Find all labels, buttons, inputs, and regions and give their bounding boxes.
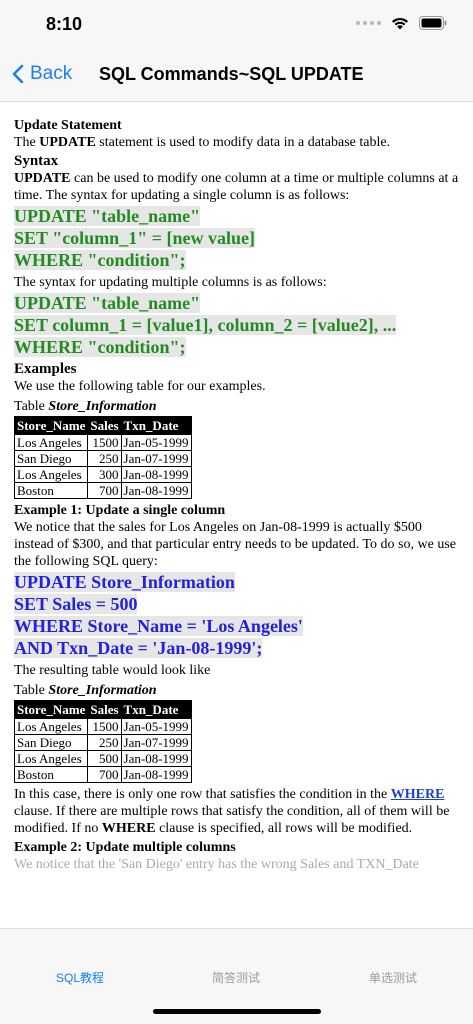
status-bar: 8:10 (0, 0, 473, 50)
code-line: SET Sales = 500 (14, 594, 138, 614)
page-title: SQL Commands~SQL UPDATE (99, 64, 364, 84)
table-row: Los Angeles 300 Jan-08-1999 (13, 466, 192, 483)
article-heading: Update Statement (14, 118, 122, 133)
examples-paragraph: We use the following table for our examp… (14, 379, 266, 394)
table-header: Sales (87, 416, 122, 435)
result-table: Store_Name Sales Txn_Date Los Angeles 150… (13, 700, 192, 783)
table-caption: Table Store_Information (14, 683, 157, 698)
table-row: Los Angeles 1500 Jan-05-1999 (13, 434, 192, 451)
home-indicator (153, 1009, 321, 1014)
table-row: San Diego 250 Jan-07-1999 (13, 450, 192, 467)
tab-sql-tutorial[interactable]: SQL教程 (56, 969, 104, 986)
status-icons (356, 16, 447, 30)
table-header: Sales (87, 700, 122, 719)
code-line: UPDATE Store_Information (14, 572, 235, 592)
code-block-example1: UPDATE Store_Information SET Sales = 500… (14, 571, 459, 659)
cellular-signal-icon (356, 21, 381, 25)
table-row: San Diego 250 Jan-07-1999 (13, 734, 192, 751)
example1-paragraph: We notice that the sales for Los Angeles… (14, 520, 456, 569)
code-line: WHERE "condition"; (14, 337, 186, 357)
table-row: Los Angeles 500 Jan-08-1999 (13, 750, 192, 767)
chevron-left-icon (12, 64, 24, 84)
wifi-icon (392, 17, 408, 29)
code-line: WHERE "condition"; (14, 250, 186, 270)
syntax-heading: Syntax (14, 153, 59, 169)
code-line: AND Txn_Date = 'Jan-08-1999'; (14, 638, 263, 658)
tab-short-answer-test[interactable]: 简答测试 (212, 969, 260, 986)
intro-paragraph: The UPDATE statement is used to modify d… (14, 135, 391, 150)
article-content[interactable]: Update Statement The UPDATE statement is… (0, 102, 473, 928)
back-button[interactable]: Back (12, 63, 72, 85)
table-row: Boston 700 Jan-08-1999 (13, 766, 192, 783)
example1-heading: Example 1: Update a single column (14, 503, 226, 518)
store-information-table: Store_Name Sales Txn_Date Los Angeles 150… (13, 416, 192, 499)
example2-heading: Example 2: Update multiple columns (14, 840, 236, 855)
table-header: Txn_Date (120, 416, 192, 435)
status-time: 8:10 (46, 14, 83, 34)
table-header: Store_Name (13, 416, 89, 435)
code-line: SET column_1 = [value1], column_2 = [val… (14, 315, 397, 335)
tab-single-choice-test[interactable]: 单选测试 (369, 969, 417, 986)
navigation-bar: Back SQL Commands~SQL UPDATE (0, 50, 473, 102)
where-link[interactable]: WHERE (391, 787, 445, 802)
code-line: WHERE Store_Name = 'Los Angeles' (14, 616, 303, 636)
code-line: UPDATE "table_name" (14, 293, 201, 313)
battery-icon (419, 16, 447, 30)
code-line: SET "column_1" = [new value] (14, 228, 255, 248)
back-label: Back (30, 63, 73, 84)
multi-column-paragraph: The syntax for updating multiple columns… (14, 275, 327, 290)
code-line: UPDATE "table_name" (14, 206, 201, 226)
table-header: Txn_Date (120, 700, 192, 719)
table-row: Los Angeles 1500 Jan-05-1999 (13, 718, 192, 735)
code-block-multi-column: UPDATE "table_name" SET column_1 = [valu… (14, 292, 459, 358)
closing-paragraph: In this case, there is only one row that… (14, 787, 450, 836)
result-paragraph: The resulting table would look like (14, 663, 211, 678)
example2-paragraph: We notice that the 'San Diego' entry has… (14, 857, 419, 872)
code-block-single-column: UPDATE "table_name" SET "column_1" = [ne… (14, 205, 459, 271)
examples-heading: Examples (14, 361, 77, 377)
syntax-paragraph: UPDATE can be used to modify one column … (14, 171, 459, 203)
table-header: Store_Name (13, 700, 89, 719)
table-row: Boston 700 Jan-08-1999 (13, 482, 192, 499)
table-caption: Table Store_Information (14, 399, 157, 414)
